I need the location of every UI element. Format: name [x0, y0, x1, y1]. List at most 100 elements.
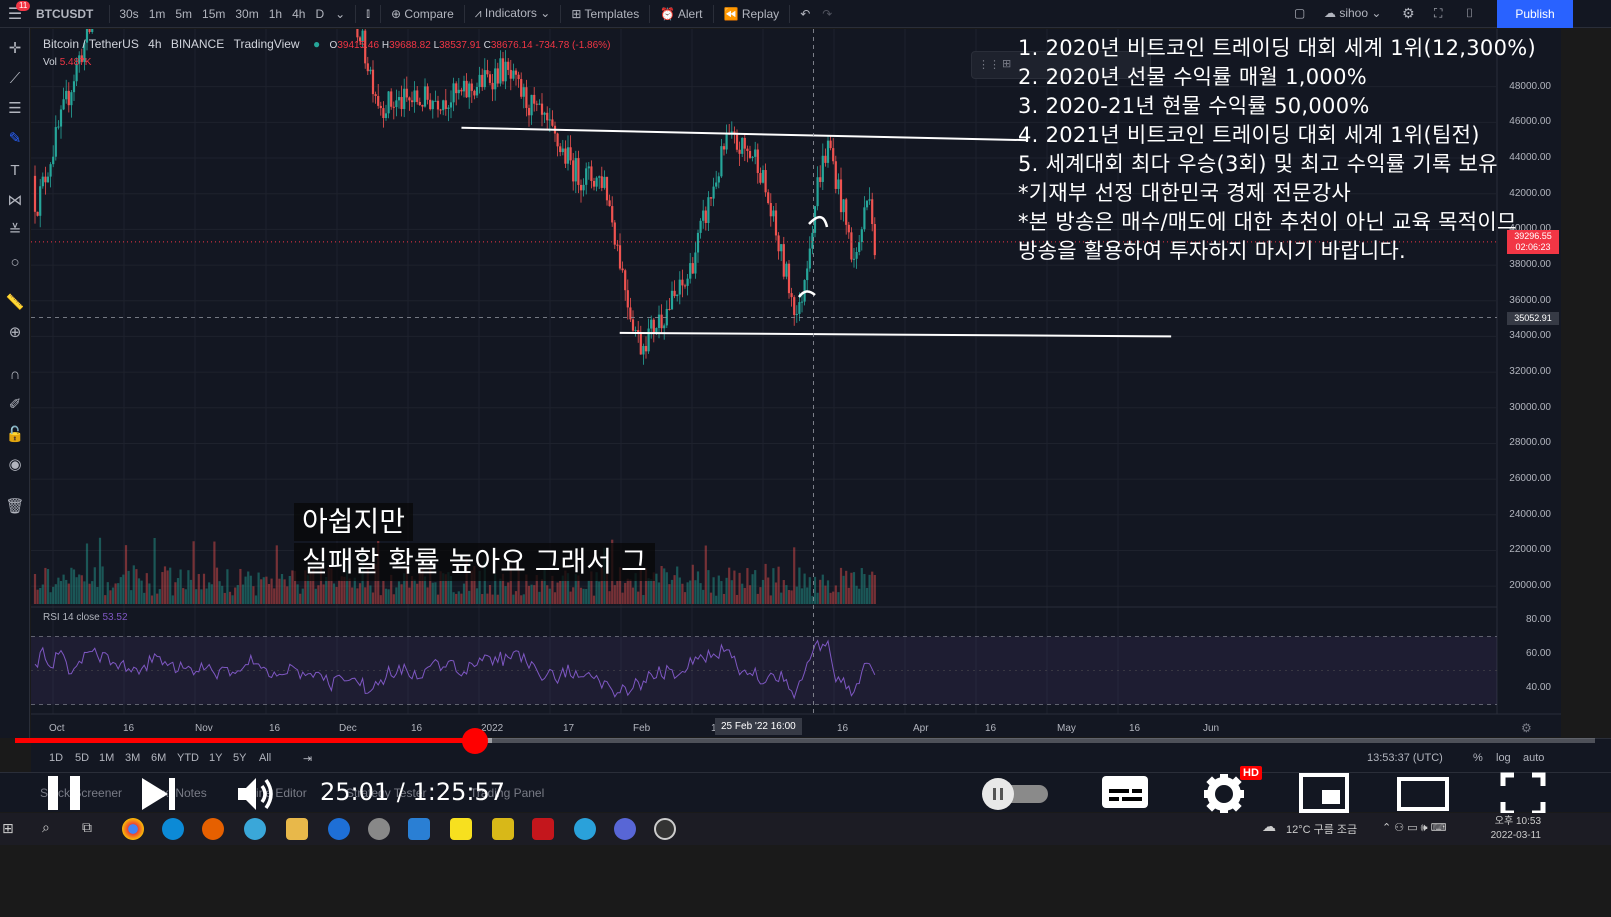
interval-1h[interactable]: 1h	[264, 7, 287, 21]
zoom-icon[interactable]: ⊕	[3, 320, 27, 344]
redo-icon[interactable]: ↷	[816, 7, 838, 21]
lock-icon[interactable]: 🔓	[3, 422, 27, 446]
candle-body	[514, 70, 518, 75]
template-icon[interactable]: ⊞	[1002, 57, 1011, 70]
edge-app-icon[interactable]	[162, 818, 184, 840]
task-view-icon[interactable]: ⧉	[82, 819, 92, 836]
notes-app-icon[interactable]	[492, 818, 514, 840]
pause-icon[interactable]	[46, 774, 82, 814]
trendline-icon[interactable]: ⟋	[3, 66, 27, 90]
next-icon[interactable]	[140, 776, 178, 812]
auto-toggle[interactable]: auto	[1523, 752, 1544, 764]
shape-icon[interactable]: ○	[3, 250, 27, 274]
range-1d[interactable]: 1D	[49, 752, 63, 764]
range-1y[interactable]: 1Y	[209, 752, 222, 764]
range-6m[interactable]: 6M	[151, 752, 166, 764]
indicators-button[interactable]: ⩘ Indicators ⌄	[469, 6, 557, 21]
range-5d[interactable]: 5D	[75, 752, 89, 764]
symbol-search[interactable]: BTCUSDT	[30, 7, 105, 21]
date-range-icon[interactable]: ⇥	[303, 752, 312, 765]
range-ytd[interactable]: YTD	[177, 752, 199, 764]
interval-15m[interactable]: 15m	[197, 7, 230, 21]
user-button[interactable]: ☁ sihoo ⌄	[1318, 6, 1387, 20]
interval-1m[interactable]: 1m	[144, 7, 171, 21]
range-all[interactable]: All	[259, 752, 271, 764]
axis-settings-icon[interactable]: ⚙	[1521, 721, 1532, 735]
ruler-icon[interactable]: 📏	[3, 290, 27, 314]
alert-button[interactable]: ⏰ Alert	[654, 7, 708, 21]
chrome-app-icon[interactable]	[122, 818, 144, 840]
interval-4h[interactable]: 4h	[287, 7, 310, 21]
fullscreen-button-icon[interactable]	[1500, 772, 1546, 816]
candle-body	[520, 79, 523, 97]
range-3m[interactable]: 3M	[125, 752, 140, 764]
volume-bar	[553, 592, 557, 604]
chevron-down-icon[interactable]: ⌄	[329, 7, 351, 21]
prediction-icon[interactable]: ≚	[3, 218, 27, 242]
menu-button[interactable]: ☰ 11	[0, 0, 31, 28]
calculator-app-icon[interactable]	[408, 818, 430, 840]
obs-app-icon[interactable]	[654, 818, 676, 840]
templates-button[interactable]: ⊞ Templates	[565, 7, 645, 21]
firefox-app-icon[interactable]	[202, 818, 224, 840]
volume-bar	[668, 584, 671, 604]
publish-button[interactable]: Publish	[1497, 0, 1573, 28]
volume-bar	[504, 586, 507, 604]
autoplay-toggle[interactable]	[982, 778, 1048, 810]
settings-gear-icon[interactable]	[1204, 774, 1246, 816]
bird-app-icon[interactable]	[244, 818, 266, 840]
tray-icons[interactable]: ⌃ ⚇ ▭ 🕪 ⌨	[1382, 821, 1447, 835]
percent-toggle[interactable]: %	[1473, 752, 1483, 764]
pattern-icon[interactable]: ⋈	[3, 188, 27, 212]
range-5y[interactable]: 5Y	[233, 752, 246, 764]
volume-bar	[387, 589, 390, 604]
layout-icon[interactable]: ▢	[1288, 6, 1311, 20]
fib-icon[interactable]: ☰	[3, 96, 27, 120]
volume-bar	[468, 590, 471, 604]
log-toggle[interactable]: log	[1496, 752, 1511, 764]
interval-D[interactable]: D	[310, 7, 329, 21]
candle-body	[676, 294, 679, 297]
kakaotalk-app-icon[interactable]	[450, 818, 472, 840]
range-1m[interactable]: 1M	[99, 752, 114, 764]
crosshair-icon[interactable]: ✛	[3, 36, 27, 60]
eye-icon[interactable]: ◉	[3, 452, 27, 476]
camera-icon[interactable]: ⌷	[1460, 6, 1479, 21]
progress-scrubber[interactable]	[461, 728, 488, 754]
brush-icon[interactable]: ✎	[3, 126, 27, 150]
trash-icon[interactable]: 🗑	[3, 494, 27, 518]
theater-mode-icon[interactable]	[1396, 774, 1452, 814]
volume-icon[interactable]	[236, 776, 278, 814]
chart-type-icon[interactable]: ⫾	[360, 6, 376, 21]
app-icon-7[interactable]	[368, 818, 390, 840]
interval-30m[interactable]: 30m	[230, 7, 263, 21]
volume-bar	[275, 545, 278, 604]
interval-30s[interactable]: 30s	[114, 7, 143, 21]
compare-button[interactable]: ⊕ Compare	[385, 7, 460, 21]
clock[interactable]: 오후 10:53 2022-03-11	[1491, 815, 1541, 843]
weather-icon[interactable]: ☁	[1262, 818, 1276, 835]
miniplayer-icon[interactable]	[1298, 772, 1352, 816]
weather-text[interactable]: 12°C 구름 조금	[1286, 821, 1357, 837]
volume-bar	[397, 581, 401, 604]
search-icon[interactable]: ⌕	[42, 819, 50, 836]
ie-app-icon[interactable]	[328, 818, 350, 840]
windows-start-icon[interactable]: ⊞	[2, 820, 14, 837]
undo-icon[interactable]: ↶	[794, 7, 816, 21]
interval-5m[interactable]: 5m	[170, 7, 197, 21]
replay-button[interactable]: ⏪ Replay	[718, 7, 786, 21]
fullscreen-icon[interactable]: ⛶	[1428, 6, 1448, 21]
magnet-icon[interactable]: ∩	[3, 362, 27, 386]
utc-time[interactable]: 13:53:37 (UTC)	[1367, 752, 1443, 764]
time-tick: 16	[269, 723, 281, 734]
telegram-app-icon[interactable]	[574, 818, 596, 840]
volume-bar	[834, 585, 837, 604]
candle	[468, 81, 471, 109]
text-icon[interactable]: T	[3, 158, 27, 182]
lock-draw-icon[interactable]: ✐	[3, 392, 27, 416]
drag-handle-icon[interactable]: ⋮⋮	[978, 58, 1000, 71]
app-icon-13[interactable]	[614, 818, 636, 840]
folder-app-icon[interactable]	[286, 818, 308, 840]
settings-icon[interactable]: ⚙	[1396, 5, 1421, 22]
app-icon-11[interactable]	[532, 818, 554, 840]
